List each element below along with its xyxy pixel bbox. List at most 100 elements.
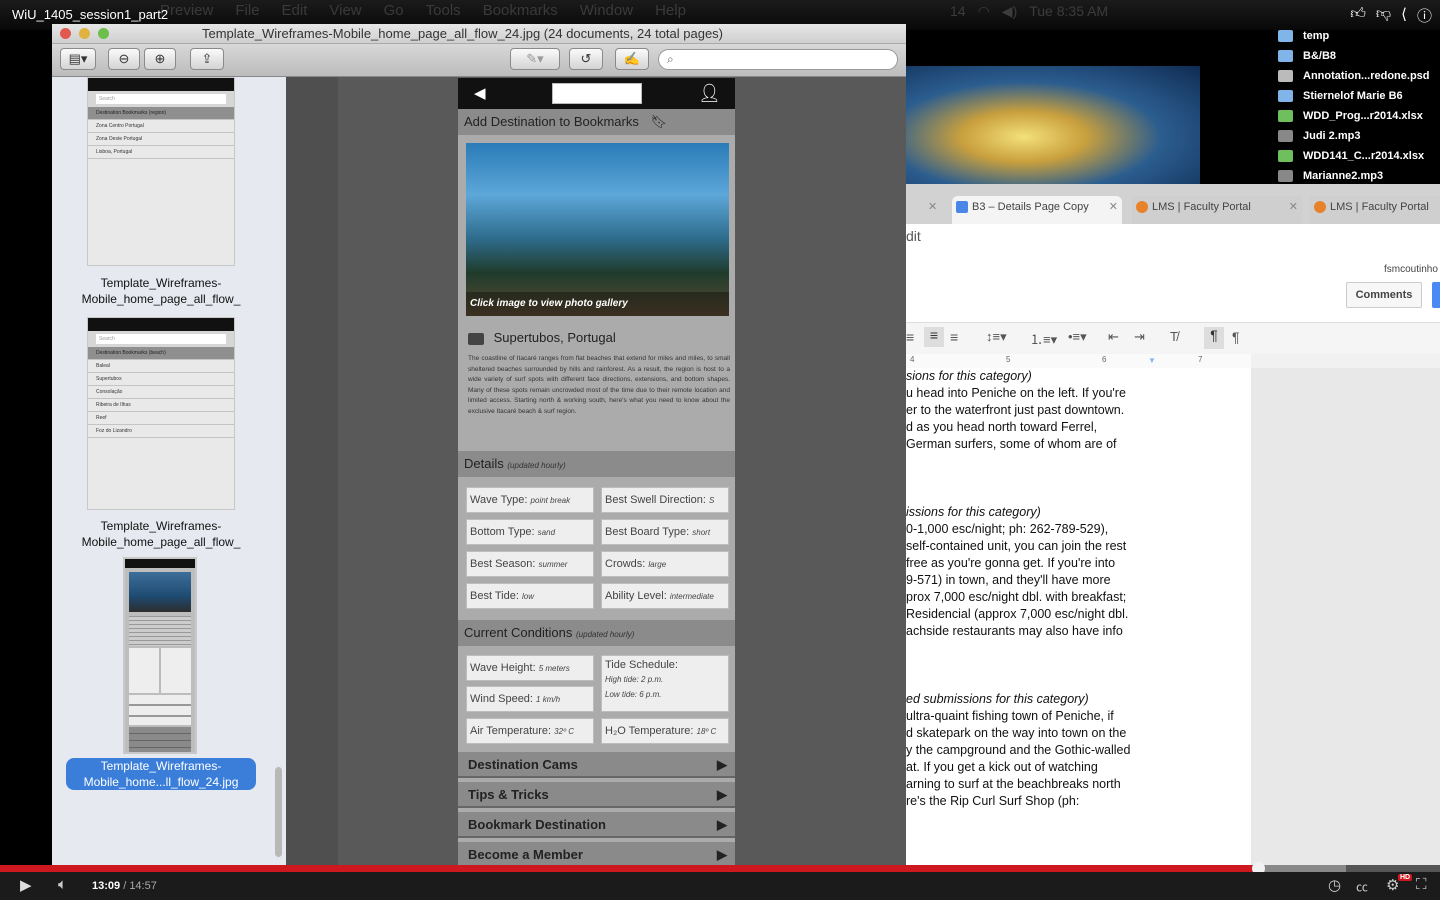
document-margin xyxy=(1251,368,1440,865)
progress-buffered xyxy=(1258,865,1346,872)
close-window-icon[interactable] xyxy=(60,28,71,39)
desktop-file[interactable]: Marianne2.mp3 xyxy=(1278,166,1440,186)
detail-value: large xyxy=(648,560,667,569)
share-button[interactable] xyxy=(1432,282,1440,308)
condition-value: 1 km/h xyxy=(536,695,561,704)
mac-menu-item[interactable]: Tools xyxy=(426,2,461,19)
desktop-file[interactable]: Judi 2.mp3 xyxy=(1278,126,1440,146)
desktop-file[interactable]: temp xyxy=(1278,26,1440,46)
desktop-file[interactable]: Annotation...redone.psd xyxy=(1278,66,1440,86)
nav-destination-cams[interactable]: Destination Cams ▶ xyxy=(458,752,735,778)
menu-edit[interactable]: dit xyxy=(906,228,921,244)
markup-button[interactable]: ✍ xyxy=(615,48,649,70)
thumbnail-3-selected[interactable] xyxy=(123,557,197,754)
lms-favicon xyxy=(1136,201,1148,213)
desktop-file[interactable]: B&/B8 xyxy=(1278,46,1440,66)
selected-thumbnail-label[interactable]: Template_Wireframes- Mobile_home...ll_fl… xyxy=(66,758,256,790)
clock: Tue 8:35 AM xyxy=(1029,3,1109,19)
document-line: German surfers, some of whom are of xyxy=(906,437,1117,451)
document-body[interactable]: sions for this category) u head into Peni… xyxy=(906,368,1251,865)
mac-menu-item[interactable]: Window xyxy=(580,2,633,19)
document-line: d as you head north toward Ferrel, xyxy=(906,420,1098,434)
zoom-window-icon[interactable] xyxy=(98,28,109,39)
align-left-icon[interactable]: ≡ xyxy=(906,329,914,345)
detail-label: Best Board Type: xyxy=(605,526,690,538)
justify-icon[interactable]: ≡ xyxy=(950,329,958,345)
thumbnail-label[interactable]: Template_Wireframes- Mobile_home_page_al… xyxy=(61,275,261,307)
play-icon[interactable]: ▶ xyxy=(20,876,32,894)
sidebar-scrollbar[interactable] xyxy=(275,767,282,857)
input-badge: 14 xyxy=(950,3,966,19)
watch-later-icon[interactable]: ◷ xyxy=(1328,876,1341,894)
fullscreen-icon[interactable]: ⛶ xyxy=(1416,876,1427,893)
rotate-button[interactable]: ↺ xyxy=(569,48,603,70)
mac-menu-item[interactable]: Edit xyxy=(282,2,308,19)
mac-menubar: Preview File Edit View Go Tools Bookmarks Windo… xyxy=(160,2,686,19)
detail-best-season: Best Season: summer xyxy=(466,551,594,577)
increase-indent-icon[interactable]: ⇥ xyxy=(1134,329,1145,345)
video-title[interactable]: WiU_1405_session1_part2 xyxy=(12,7,168,22)
close-tab-icon[interactable]: ✕ xyxy=(1289,196,1298,218)
detail-value: summer xyxy=(538,560,568,569)
desktop-file-name: WDD_Prog...r2014.xlsx xyxy=(1303,110,1423,122)
low-tide: Low tide: 6 p.m. xyxy=(605,690,662,699)
indent-marker-icon[interactable]: ▼ xyxy=(1148,356,1156,365)
thumb-photo xyxy=(129,572,191,612)
annotate-button[interactable]: ✎▾ xyxy=(510,48,560,70)
detail-value: low xyxy=(521,592,534,601)
tab-lms-faculty-portal[interactable]: LMS | Faculty Portal ✕ xyxy=(1132,196,1302,224)
share-button[interactable]: ⇪ xyxy=(190,48,224,70)
ltr-icon[interactable]: ¶ xyxy=(1204,327,1224,349)
rtl-icon[interactable]: ¶ xyxy=(1232,329,1240,345)
thumbnail-1[interactable]: Search Destination Bookmarks (region) Zo… xyxy=(87,77,235,266)
mac-menu-item[interactable]: Go xyxy=(384,2,404,19)
like-icon[interactable]: 👍︎ xyxy=(1350,5,1366,26)
bulleted-list-icon[interactable]: •≡▾ xyxy=(1068,329,1087,345)
photo-gallery-image[interactable]: Click image to view photo gallery xyxy=(466,143,729,316)
line-spacing-icon[interactable]: ↕≡▾ xyxy=(986,329,1007,345)
add-bookmark-row[interactable]: Add Destination to Bookmarks 🔖︎ xyxy=(458,109,735,135)
nav-label: Bookmark Destination xyxy=(468,817,606,832)
zoom-out-button[interactable]: ⊖ xyxy=(108,48,140,70)
preview-window-title: Template_Wireframes-Mobile_home_page_all… xyxy=(202,26,724,41)
condition-wind-speed: Wind Speed: 1 km/h xyxy=(466,686,594,712)
close-tab-icon[interactable]: ✕ xyxy=(928,200,937,213)
thumbnail-label[interactable]: Template_Wireframes- Mobile_home_page_al… xyxy=(61,518,261,550)
volume-icon[interactable]: 🔈︎ xyxy=(58,876,67,893)
desktop-file[interactable]: WDD_Prog...r2014.xlsx xyxy=(1278,106,1440,126)
align-center-icon[interactable]: ≡ xyxy=(924,327,944,347)
tab-lms-faculty-portal-2[interactable]: LMS | Faculty Portal xyxy=(1310,196,1440,224)
thumbnail-2[interactable]: Search Destination Bookmarks (beach) Bal… xyxy=(87,317,235,510)
decrease-indent-icon[interactable]: ⇤ xyxy=(1108,329,1119,345)
tab-details-page-copy[interactable]: B3 – Details Page Copy ✕ xyxy=(952,196,1122,224)
close-tab-icon[interactable]: ✕ xyxy=(1109,196,1118,218)
share-icon[interactable]: ⟨ xyxy=(1401,5,1407,26)
comments-button[interactable]: Comments xyxy=(1346,282,1422,308)
search-input[interactable]: ⌕ xyxy=(658,49,898,70)
document-line: d skatepark on the way into town on the xyxy=(906,726,1127,740)
mac-menu-item[interactable]: File xyxy=(235,2,259,19)
minimize-window-icon[interactable] xyxy=(79,28,90,39)
desktop-file[interactable]: Stiernelof Marie B6 xyxy=(1278,86,1440,106)
thumb-grid xyxy=(129,648,191,693)
desktop-file[interactable]: WDD141_C...r2014.xlsx xyxy=(1278,146,1440,166)
chevron-right-icon: ▶ xyxy=(717,817,727,832)
user-icon[interactable]: 👤︎ xyxy=(698,83,721,104)
info-icon[interactable]: ⓘ xyxy=(1417,5,1432,26)
thumb-row: Zona Oeste Portugal xyxy=(88,133,234,146)
dislike-icon[interactable]: 👎︎ xyxy=(1376,5,1391,26)
desktop-file-name: Marianne2.mp3 xyxy=(1303,170,1384,182)
back-arrow-icon[interactable]: ◀ xyxy=(474,84,486,102)
nav-tips-tricks[interactable]: Tips & Tricks ▶ xyxy=(458,782,735,808)
thumb-header-bar xyxy=(125,559,195,568)
mac-menu-item[interactable]: Bookmarks xyxy=(483,2,558,19)
clear-formatting-icon[interactable]: T̸ xyxy=(1170,329,1178,344)
nav-bookmark-destination[interactable]: Bookmark Destination ▶ xyxy=(458,812,735,838)
detail-crowds: Crowds: large xyxy=(601,551,729,577)
captions-icon[interactable]: ㏄ xyxy=(1356,878,1368,895)
numbered-list-icon[interactable]: ⒈≡▾ xyxy=(1030,329,1057,348)
mac-menu-item[interactable]: Help xyxy=(655,2,686,19)
sidebar-toggle-button[interactable]: ▤▾ xyxy=(60,48,96,70)
zoom-in-button[interactable]: ⊕ xyxy=(144,48,176,70)
mac-menu-item[interactable]: View xyxy=(329,2,361,19)
